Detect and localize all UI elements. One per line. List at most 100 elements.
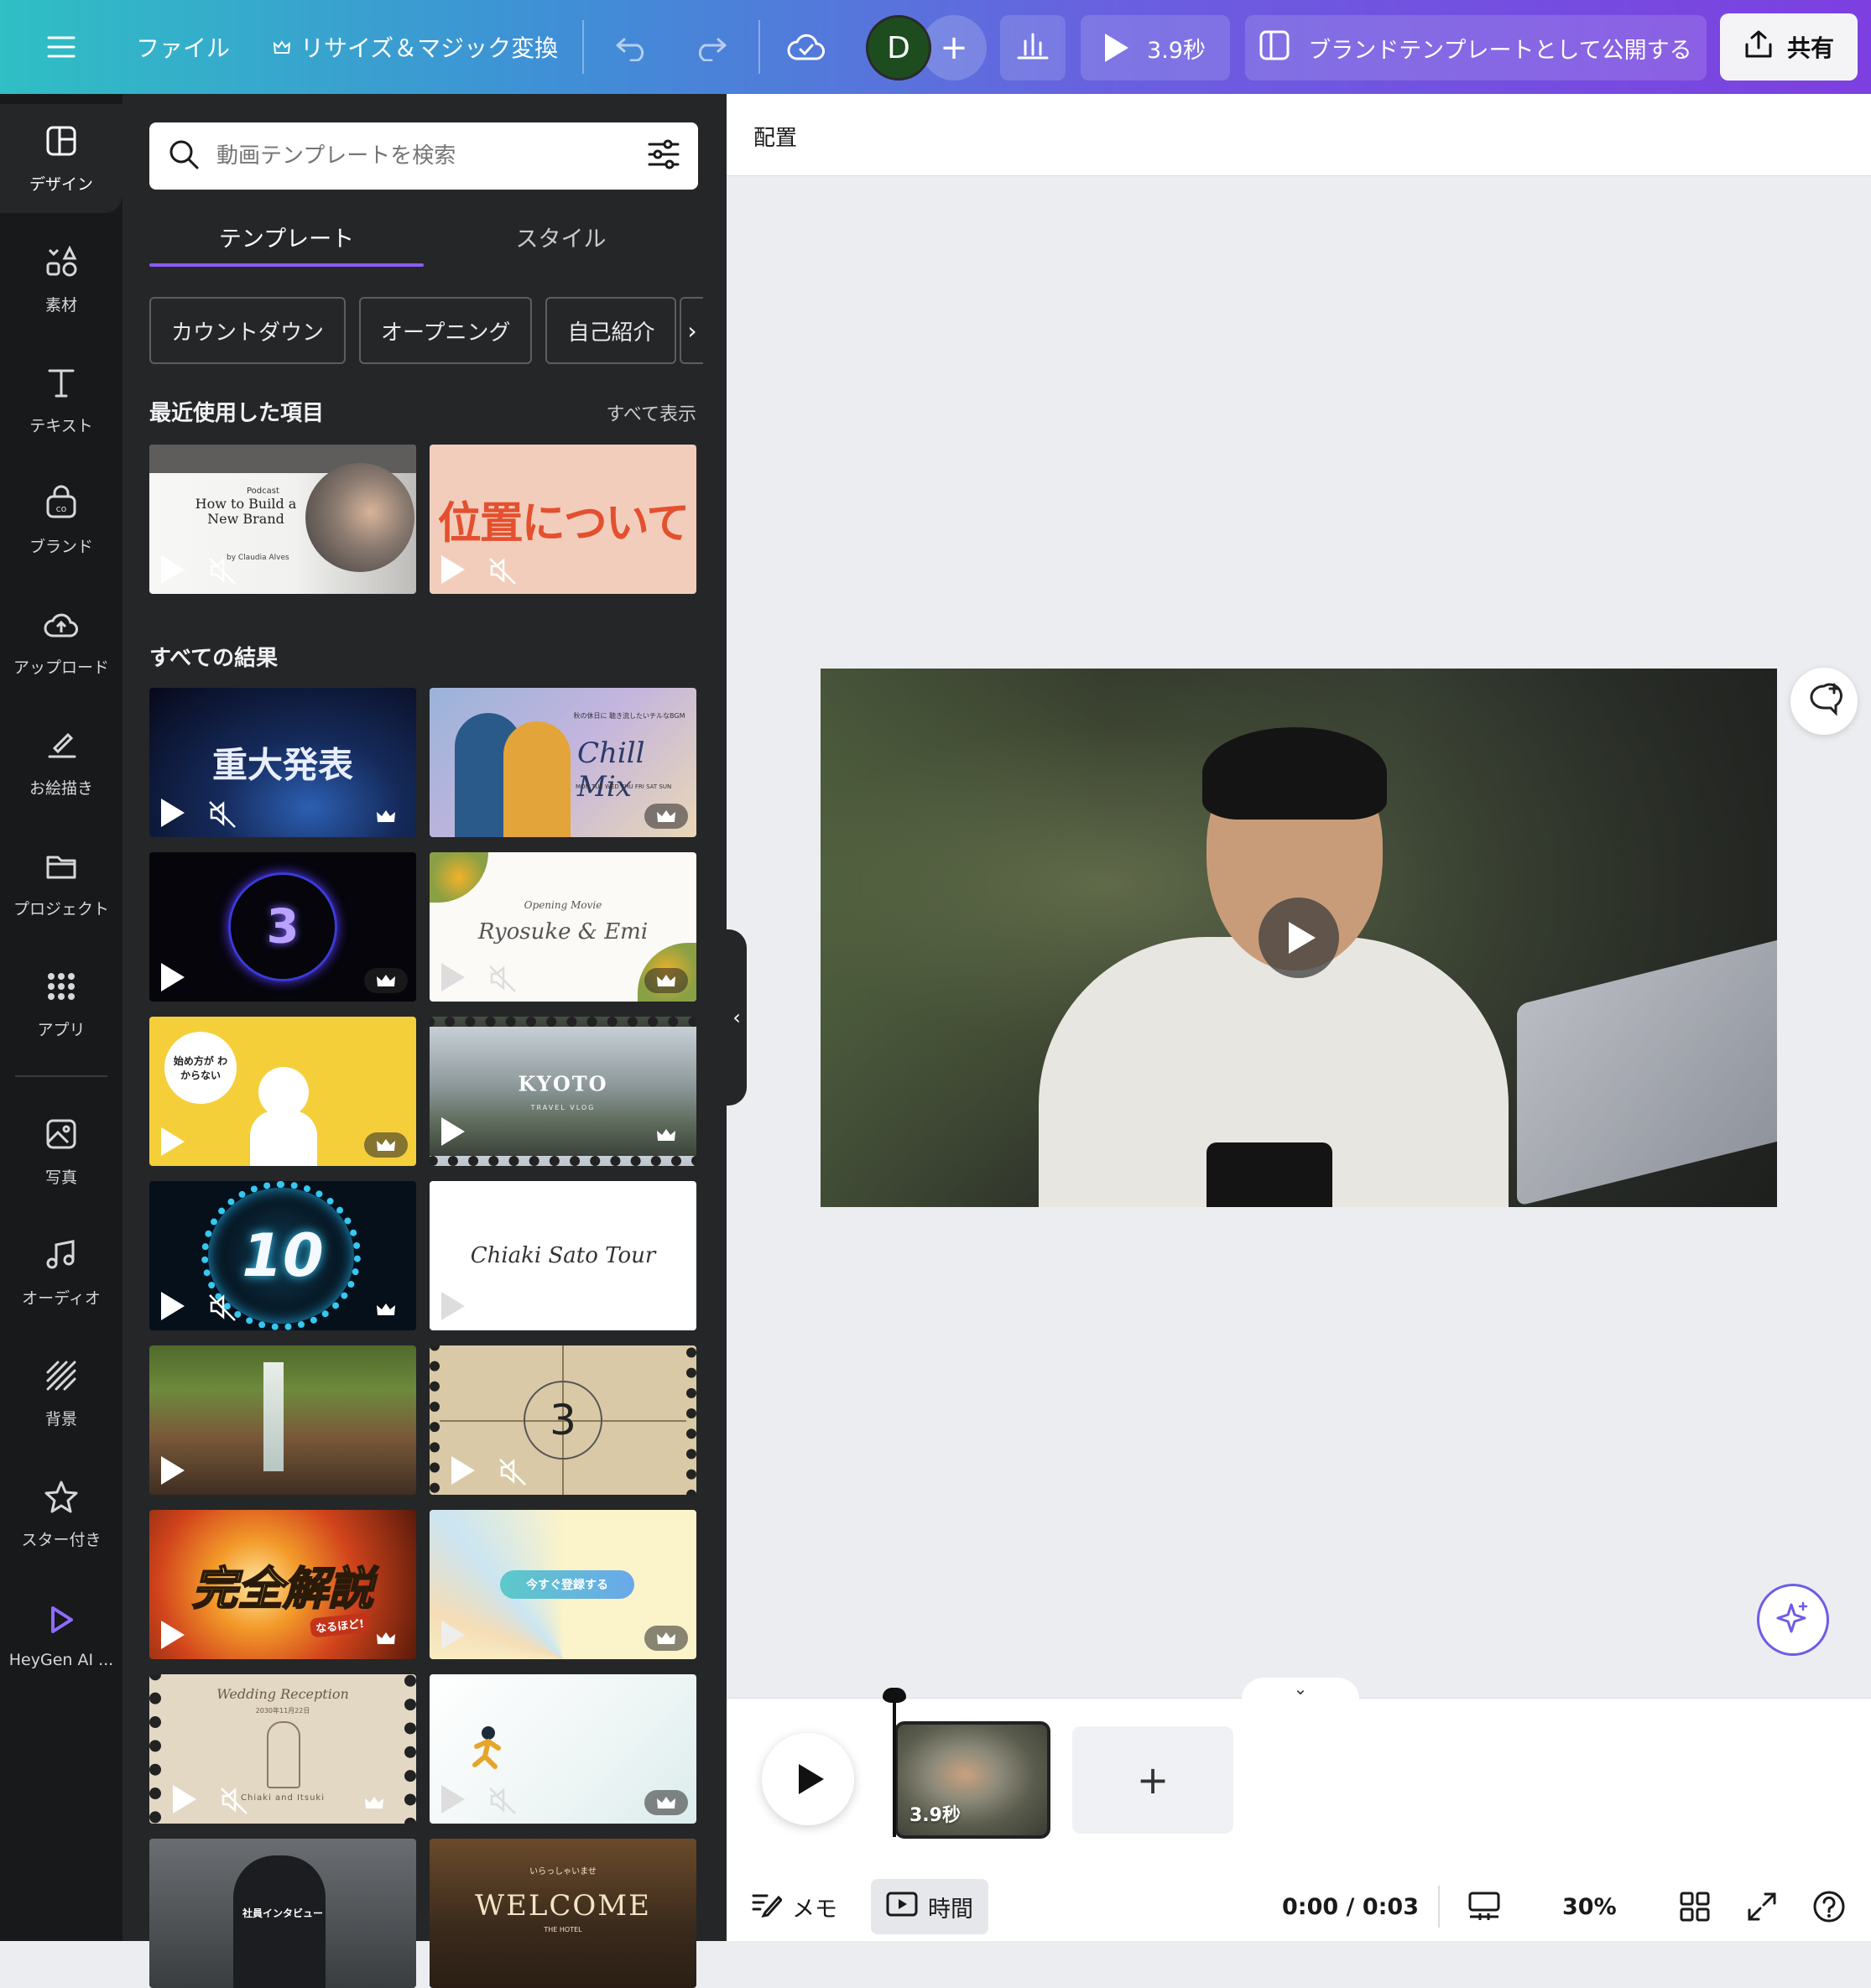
position-button[interactable]: 配置 xyxy=(753,121,797,152)
template-how-to-start[interactable]: 始め方が わからない xyxy=(149,1017,416,1166)
play-icon[interactable] xyxy=(441,1117,465,1146)
playhead[interactable] xyxy=(883,1688,906,1837)
template-hotel-welcome[interactable]: いらっしゃいませ WELCOME THE HOTEL xyxy=(430,1839,696,1988)
rail-item-elements[interactable]: 素材 xyxy=(0,225,122,334)
chip-opening[interactable]: オープニング xyxy=(359,297,533,364)
recent-template-podcast[interactable]: Podcast How to Build a New Brand by Clau… xyxy=(149,445,416,594)
rail-item-text[interactable]: テキスト xyxy=(0,346,122,455)
heygen-icon xyxy=(43,1601,80,1642)
mute-icon[interactable] xyxy=(208,1292,238,1322)
template-kyoto-vlog[interactable]: KYOTO TRAVEL VLOG xyxy=(430,1017,696,1166)
chip-self-intro[interactable]: 自己紹介 xyxy=(545,297,677,364)
fullscreen-icon[interactable] xyxy=(1747,1879,1777,1934)
play-icon[interactable] xyxy=(441,963,465,991)
search-input[interactable] xyxy=(216,143,631,169)
template-text: いらっしゃいませ xyxy=(529,1867,597,1876)
rail-item-uploads[interactable]: アップロード xyxy=(0,587,122,696)
rail-item-background[interactable]: 背景 xyxy=(0,1339,122,1448)
collapse-panel-button[interactable]: ‹ xyxy=(727,929,747,1106)
see-all-link[interactable]: すべて表示 xyxy=(606,399,696,426)
rail-item-heygen[interactable]: HeyGen AI ... xyxy=(0,1580,122,1689)
avatar[interactable]: D xyxy=(866,15,931,81)
play-icon[interactable] xyxy=(173,1785,196,1814)
play-icon[interactable] xyxy=(441,1785,465,1814)
play-icon[interactable] xyxy=(441,1621,465,1649)
add-page-button[interactable]: + xyxy=(1072,1726,1233,1834)
template-countdown-neon[interactable]: 3 xyxy=(149,852,416,1002)
magic-assistant-button[interactable] xyxy=(1757,1584,1829,1656)
mute-icon[interactable] xyxy=(220,1785,250,1815)
tab-styles[interactable]: スタイル xyxy=(424,206,698,267)
rail-item-brand[interactable]: co ブランド xyxy=(0,466,122,575)
timeline-play-button[interactable] xyxy=(762,1733,854,1825)
template-chill-mix[interactable]: 秋の休日に 聴き流したいチルなBGM Chill Mix MON TUE WED… xyxy=(430,688,696,837)
chevron-down-icon[interactable]: ⌄ xyxy=(1242,1678,1359,1699)
undo-icon[interactable] xyxy=(614,0,649,94)
rail-item-photos[interactable]: 写真 xyxy=(0,1097,122,1206)
play-icon[interactable] xyxy=(441,1292,465,1320)
play-icon[interactable] xyxy=(161,555,185,584)
template-signature-tour[interactable]: Chiaki Sato Tour xyxy=(430,1181,696,1330)
cloud-saved-icon[interactable] xyxy=(787,0,826,94)
chip-countdown[interactable]: カウントダウン xyxy=(149,297,347,364)
template-employee-interview[interactable]: 社員インタビュー xyxy=(149,1839,416,1988)
template-big-announcement[interactable]: 重大発表 xyxy=(149,688,416,837)
template-waterfall[interactable] xyxy=(149,1345,416,1495)
tab-templates[interactable]: テンプレート xyxy=(149,206,424,267)
zoom-level[interactable]: 30% xyxy=(1562,1879,1617,1934)
play-icon[interactable] xyxy=(161,1456,185,1485)
menu-icon[interactable] xyxy=(47,0,76,94)
add-comment-button[interactable] xyxy=(1790,668,1858,735)
grid-view-icon[interactable] xyxy=(1680,1879,1710,1934)
publish-brand-template-button[interactable]: ブランドテンプレートとして公開する xyxy=(1245,15,1707,81)
play-icon[interactable] xyxy=(451,1456,475,1485)
template-full-explanation[interactable]: 完全解説 なるほど! xyxy=(149,1510,416,1659)
top-bar: ファイル リサイズ＆マジック変換 + D 3.9秒 ブランドテンプレートとして公… xyxy=(0,0,1871,94)
premium-crown-icon xyxy=(364,1297,408,1322)
insights-button[interactable] xyxy=(1000,15,1066,81)
filter-icon[interactable] xyxy=(648,139,680,173)
template-search[interactable] xyxy=(149,122,698,190)
host-photo xyxy=(305,463,414,572)
notes-button[interactable]: メモ xyxy=(752,1879,837,1934)
rail-item-audio[interactable]: オーディオ xyxy=(0,1218,122,1327)
mute-icon[interactable] xyxy=(498,1456,529,1486)
redo-icon[interactable] xyxy=(693,0,728,94)
template-countdown-ten[interactable]: 10 xyxy=(149,1181,416,1330)
rail-item-starred[interactable]: スター付き xyxy=(0,1460,122,1569)
play-icon[interactable] xyxy=(161,1292,185,1320)
rail-item-draw[interactable]: お絵描き xyxy=(0,708,122,817)
template-subscribe-now[interactable]: 今すぐ登録する xyxy=(430,1510,696,1659)
rail-item-apps[interactable]: アプリ xyxy=(0,950,122,1059)
recent-template-position[interactable]: 位置について xyxy=(430,445,696,594)
bottom-bar: メモ 時間 0:00 / 0:03 30% xyxy=(727,1879,1871,1941)
template-running-character[interactable] xyxy=(430,1674,696,1824)
mute-icon[interactable] xyxy=(208,555,238,585)
play-icon[interactable] xyxy=(161,1127,185,1156)
play-icon[interactable] xyxy=(441,555,465,584)
chevron-right-icon[interactable]: › xyxy=(680,297,703,364)
share-button[interactable]: 共有 xyxy=(1720,13,1858,81)
play-icon[interactable] xyxy=(161,799,185,827)
mute-icon[interactable] xyxy=(488,555,519,585)
rail-item-projects[interactable]: プロジェクト xyxy=(0,829,122,938)
mute-icon[interactable] xyxy=(488,1785,519,1815)
file-menu[interactable]: ファイル xyxy=(136,0,230,94)
resize-magic-button[interactable]: リサイズ＆マジック変換 xyxy=(273,0,558,94)
layout-toggle-icon[interactable] xyxy=(1468,1879,1500,1934)
rail-item-design[interactable]: デザイン xyxy=(0,104,122,213)
template-wedding-reception[interactable]: Wedding Reception 2030年11月22日 Chiaki and… xyxy=(149,1674,416,1824)
apps-grid-icon xyxy=(43,968,80,1009)
template-film-countdown[interactable]: 3 xyxy=(430,1345,696,1495)
timeline-clip[interactable]: 3.9秒 xyxy=(894,1721,1050,1839)
help-icon[interactable] xyxy=(1812,1879,1846,1934)
preview-play-button[interactable]: 3.9秒 xyxy=(1081,15,1230,81)
mute-icon[interactable] xyxy=(208,799,238,829)
template-text: WELCOME xyxy=(475,1889,651,1923)
play-icon[interactable] xyxy=(161,1621,185,1649)
canvas-play-button[interactable] xyxy=(1259,898,1339,978)
time-button[interactable]: 時間 xyxy=(871,1879,988,1934)
template-opening-wedding[interactable]: Opening Movie Ryosuke & Emi xyxy=(430,852,696,1002)
play-icon[interactable] xyxy=(161,963,185,991)
mute-icon[interactable] xyxy=(488,963,519,993)
